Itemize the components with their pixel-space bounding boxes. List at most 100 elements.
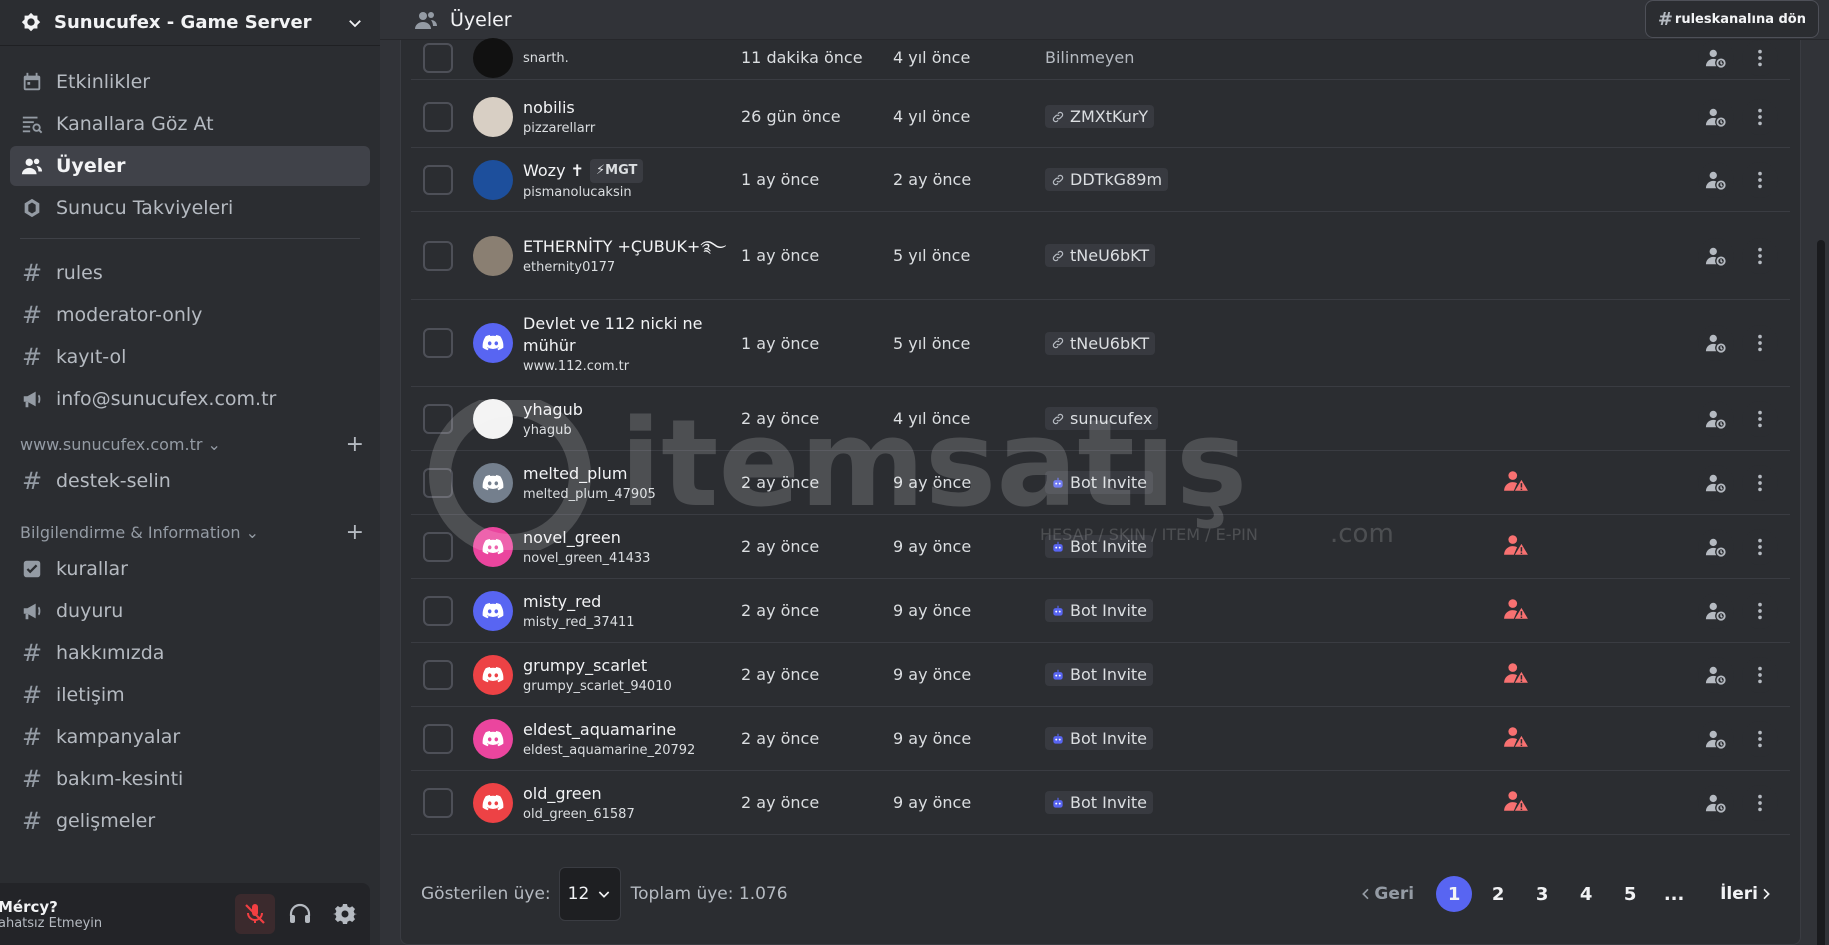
add-channel-icon[interactable]: + <box>346 432 364 457</box>
view-profile-button[interactable] <box>1698 784 1734 821</box>
avatar[interactable] <box>473 782 513 823</box>
avatar[interactable] <box>473 96 513 137</box>
mute-microphone-button[interactable] <box>235 894 275 934</box>
back-to-channel-button[interactable]: # ruleskanalına dön <box>1644 0 1819 38</box>
view-profile-button[interactable] <box>1698 464 1734 501</box>
avatar[interactable] <box>473 462 513 503</box>
more-options-button[interactable] <box>1742 720 1778 757</box>
channel-hakkimizda[interactable]: # hakkımızda <box>10 633 370 673</box>
view-profile-button[interactable] <box>1698 592 1734 629</box>
more-options-button[interactable] <box>1742 656 1778 693</box>
view-profile-button[interactable] <box>1698 98 1734 135</box>
member-checkbox[interactable] <box>423 723 453 754</box>
avatar[interactable] <box>473 323 513 363</box>
member-row[interactable]: melted_plum melted_plum_47905 2 ay önce … <box>411 451 1790 515</box>
channel-iletisim[interactable]: # iletişim <box>10 675 370 715</box>
member-checkbox[interactable] <box>423 787 453 818</box>
more-options-button[interactable] <box>1742 784 1778 821</box>
join-method-chip[interactable]: DDTkG89m <box>1045 168 1169 191</box>
page-5-button[interactable]: 5 <box>1612 876 1648 912</box>
join-method-chip[interactable]: Bot Invite <box>1045 535 1154 558</box>
next-page-button[interactable]: İleri <box>1720 884 1774 904</box>
avatar[interactable] <box>473 718 513 759</box>
page-4-button[interactable]: 4 <box>1568 876 1604 912</box>
join-method-chip[interactable]: Bot Invite <box>1045 727 1154 750</box>
channel-kampanyalar[interactable]: # kampanyalar <box>10 717 370 757</box>
channel-rules[interactable]: # rules <box>10 253 370 293</box>
member-row[interactable]: ETHERNİTY +ÇUBUK+࿐ ethernity0177 1 ay ön… <box>411 212 1790 300</box>
avatar[interactable] <box>473 654 513 695</box>
member-row[interactable]: grumpy_scarlet grumpy_scarlet_94010 2 ay… <box>411 643 1790 707</box>
channel-kayit-ol[interactable]: # kayıt-ol <box>10 337 370 377</box>
member-checkbox[interactable] <box>423 659 453 690</box>
view-profile-button[interactable] <box>1698 237 1734 274</box>
page-1-button[interactable]: 1 <box>1436 876 1473 912</box>
avatar[interactable] <box>473 159 513 200</box>
member-row[interactable]: Wozy ✝ ⚡MGT pismanolucaksin 1 ay önce 2 a… <box>411 148 1790 212</box>
nav-browse-channels[interactable]: Kanallara Göz At <box>10 104 370 144</box>
nav-server-boosts[interactable]: Sunucu Takviyeleri <box>10 188 370 228</box>
member-checkbox[interactable] <box>423 328 453 358</box>
join-method-chip[interactable]: Bot Invite <box>1045 791 1154 814</box>
more-options-button[interactable] <box>1742 237 1778 274</box>
view-profile-button[interactable] <box>1698 325 1734 361</box>
view-profile-button[interactable] <box>1698 400 1734 437</box>
channel-duyuru[interactable]: duyuru <box>10 591 370 631</box>
avatar[interactable] <box>473 398 513 439</box>
member-checkbox[interactable] <box>423 164 453 195</box>
category-information[interactable]: Bilgilendirme & Information ⌄ + <box>0 517 380 547</box>
view-profile-button[interactable] <box>1698 39 1734 76</box>
more-options-button[interactable] <box>1742 98 1778 135</box>
channel-info[interactable]: info@sunucufex.com.tr <box>10 379 370 419</box>
member-row[interactable]: misty_red misty_red_37411 2 ay önce 9 ay… <box>411 579 1790 643</box>
member-checkbox[interactable] <box>423 101 453 132</box>
more-options-button[interactable] <box>1742 161 1778 198</box>
more-options-button[interactable] <box>1742 400 1778 437</box>
more-options-button[interactable] <box>1742 592 1778 629</box>
chevron-down-icon[interactable] <box>346 14 364 32</box>
page-size-select[interactable]: 12 <box>558 867 621 921</box>
avatar[interactable] <box>473 526 513 567</box>
avatar[interactable] <box>473 235 513 276</box>
nav-events[interactable]: Etkinlikler <box>10 62 370 102</box>
add-channel-icon[interactable]: + <box>346 520 364 545</box>
more-options-button[interactable] <box>1742 528 1778 565</box>
join-method-chip[interactable]: ZMXtKurY <box>1045 105 1155 128</box>
join-method-chip[interactable]: Bot Invite <box>1045 599 1154 622</box>
nav-members[interactable]: Üyeler <box>10 146 370 186</box>
more-options-button[interactable] <box>1742 325 1778 361</box>
category-website[interactable]: www.sunucufex.com.tr ⌄ + <box>0 429 380 459</box>
join-method-chip[interactable]: sunucufex <box>1045 407 1159 430</box>
member-row[interactable]: old_green old_green_61587 2 ay önce 9 ay… <box>411 771 1790 835</box>
join-method-chip[interactable]: tNeU6bKT <box>1045 331 1156 355</box>
member-checkbox[interactable] <box>423 403 453 434</box>
prev-page-button[interactable]: Geri <box>1358 884 1414 904</box>
view-profile-button[interactable] <box>1698 656 1734 693</box>
member-row[interactable]: snarth. 11 dakika önce 4 yıl önce Bilinm… <box>411 36 1790 80</box>
join-method-chip[interactable]: tNeU6bKT <box>1045 244 1156 267</box>
member-checkbox[interactable] <box>423 240 453 271</box>
join-method-chip[interactable]: Bot Invite <box>1045 663 1154 686</box>
page-3-button[interactable]: 3 <box>1524 876 1560 912</box>
member-row[interactable]: Devlet ve 112 nicki ne mühür www.112.com… <box>411 300 1790 387</box>
more-options-button[interactable] <box>1742 464 1778 501</box>
more-options-button[interactable] <box>1742 39 1778 76</box>
channel-moderator-only[interactable]: # moderator-only <box>10 295 370 335</box>
member-row[interactable]: novel_green novel_green_41433 2 ay önce … <box>411 515 1790 579</box>
member-row[interactable]: nobilis pizzarellarr 26 gün önce 4 yıl ö… <box>411 86 1790 148</box>
view-profile-button[interactable] <box>1698 720 1734 757</box>
user-info[interactable]: Mércy? ahatsız Etmeyin <box>0 898 235 931</box>
member-checkbox[interactable] <box>423 42 453 73</box>
channel-gelismeler[interactable]: # gelişmeler <box>10 801 370 841</box>
member-row[interactable]: eldest_aquamarine eldest_aquamarine_2079… <box>411 707 1790 771</box>
channel-kurallar[interactable]: kurallar <box>10 549 370 589</box>
member-checkbox[interactable] <box>423 531 453 562</box>
avatar[interactable] <box>473 590 513 631</box>
member-row[interactable]: yhagub yhagub 2 ay önce 4 yıl önce sunuc… <box>411 387 1790 451</box>
member-checkbox[interactable] <box>423 467 453 498</box>
view-profile-button[interactable] <box>1698 161 1734 198</box>
channel-bakim-kesinti[interactable]: # bakım-kesinti <box>10 759 370 799</box>
join-method-chip[interactable]: Bot Invite <box>1045 471 1154 494</box>
member-checkbox[interactable] <box>423 595 453 626</box>
scrollbar[interactable] <box>1817 240 1825 945</box>
